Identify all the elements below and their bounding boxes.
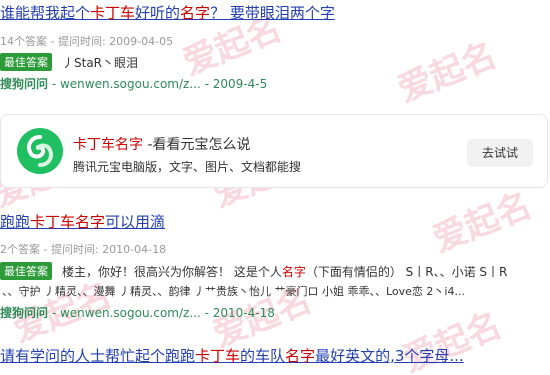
result-meta: 2个答案 - 提问时间: 2010-04-18 (0, 243, 167, 256)
best-answer-row: 最佳答案 丿StaR丶眼泪 (0, 53, 138, 71)
result-meta: 14个答案 - 提问时间: 2009-04-05 (0, 35, 174, 48)
yuanbao-logo-icon (17, 128, 63, 174)
result-title-link[interactable]: 谁能帮我起个卡丁车好听的名字？ 要带眼泪两个字 (0, 2, 335, 23)
source-url: - wenwen.sogou.com/z... - 2009-4-5 (48, 77, 268, 91)
card-title[interactable]: 卡丁车名字 -看看元宝怎么说 (73, 134, 251, 154)
best-answer-row: 最佳答案 楼主，你好！很高兴为你解答！ 这是个人名字（下面有情侣的） S丨R、、… (0, 262, 507, 280)
best-answer-badge: 最佳答案 (0, 262, 52, 280)
source-url: - wenwen.sogou.com/z... - 2010-4-18 (48, 306, 275, 320)
try-button[interactable]: 去试试 (467, 139, 533, 167)
result-source[interactable]: 搜狗问问 - wenwen.sogou.com/z... - 2009-4-5 (0, 75, 267, 92)
best-answer-text: 丿StaR丶眼泪 (62, 55, 139, 70)
result-title-link[interactable]: 跑跑卡丁车名字可以用滴 (0, 211, 165, 232)
best-answer-badge: 最佳答案 (0, 53, 52, 71)
source-brand: 搜狗问问 (0, 306, 49, 320)
source-brand: 搜狗问问 (0, 77, 49, 91)
watermark: 爱起名 (427, 185, 538, 261)
watermark: 爱起名 (392, 35, 503, 111)
best-answer-text: 楼主，你好！很高兴为你解答！ 这是个人名字（下面有情侣的） S丨R、、小诺 S丨… (62, 264, 508, 279)
yuanbao-promo-card[interactable]: 卡丁车名字 -看看元宝怎么说 腾讯元宝电脑版，文字、图片、文档都能搜 去试试 (0, 114, 548, 188)
best-answer-continuation: 、、守护 丿精灵、、漫舞 丿精灵、、韵律 丿艹贵族丶怡儿 艹豪门ロ 小姐 乖乖、… (2, 285, 465, 298)
result-source[interactable]: 搜狗问问 - wenwen.sogou.com/z... - 2010-4-18 (0, 304, 275, 321)
result-title-link[interactable]: 请有学问的人士帮忙起个跑跑卡丁车的车队名字最好英文的,3个字母... (0, 345, 464, 366)
card-description: 腾讯元宝电脑版，文字、图片、文档都能搜 (73, 160, 302, 174)
